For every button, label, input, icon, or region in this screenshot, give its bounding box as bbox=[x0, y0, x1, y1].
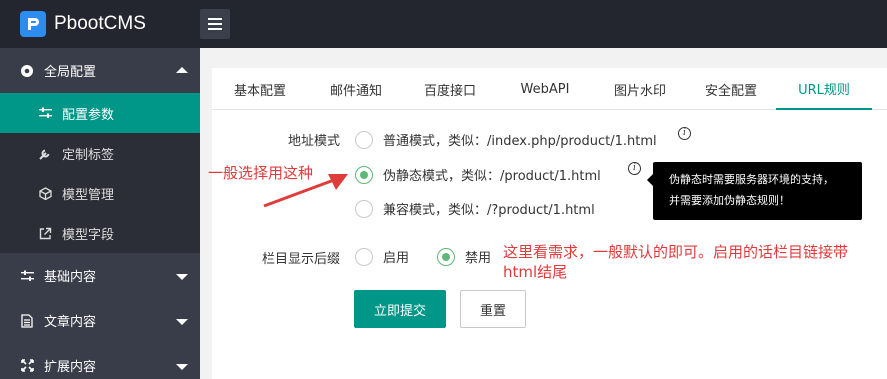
logo[interactable]: PbootCMS bbox=[0, 0, 200, 48]
tab-security-config[interactable]: 安全配置 bbox=[686, 68, 776, 110]
chevron-down-icon bbox=[176, 363, 188, 370]
sidebar-item-label: 全局配置 bbox=[44, 65, 97, 80]
tab-bar: 基本配置 邮件通知 百度接口 WebAPI 图片水印 安全配置 URL规则 bbox=[212, 68, 887, 110]
radio-circle[interactable] bbox=[355, 130, 373, 149]
sidebar-item-model-fields[interactable]: 模型字段 bbox=[0, 213, 200, 253]
column-suffix-label: 栏目显示后缀 bbox=[261, 252, 340, 267]
sidebar-item-label: 配置参数 bbox=[62, 107, 115, 123]
radio-label: 普通模式，类似：/index.php/product/1.html bbox=[383, 134, 657, 149]
tab-webapi[interactable]: WebAPI bbox=[496, 68, 594, 110]
sliders-icon bbox=[38, 106, 52, 120]
config-card: 基本配置 邮件通知 百度接口 WebAPI 图片水印 安全配置 URL规则 bbox=[212, 68, 887, 379]
sidebar-item-label: 扩展内容 bbox=[44, 360, 97, 375]
tooltip-line: 并需要添加伪静态规则！ bbox=[669, 194, 790, 207]
info-icon[interactable]: i bbox=[678, 127, 691, 140]
document-icon bbox=[20, 313, 34, 328]
top-header: PbootCMS bbox=[0, 0, 887, 48]
chevron-down-icon bbox=[176, 318, 188, 325]
sidebar-item-basic-content[interactable]: 基础内容 bbox=[0, 253, 200, 298]
tab-baidu-api[interactable]: 百度接口 bbox=[404, 68, 496, 110]
annotation-arrow-icon bbox=[263, 174, 348, 208]
annotation-right: 这里看需求，一般默认的即可。启用的话栏目链接带 html结尾 bbox=[503, 242, 848, 282]
hamburger-icon bbox=[208, 18, 222, 20]
tooltip-line: 伪静态时需要服务器环境的支持， bbox=[669, 173, 834, 186]
radio-suffix-disable[interactable]: 禁用 bbox=[437, 247, 491, 266]
radio-label: 兼容模式，类似：/?product/1.html bbox=[383, 203, 595, 218]
app-name: PbootCMS bbox=[54, 13, 146, 34]
radio-circle[interactable] bbox=[355, 247, 373, 266]
tab-url-rules[interactable]: URL规则 bbox=[776, 68, 872, 110]
reset-button[interactable]: 重置 bbox=[460, 290, 526, 328]
rewrite-tooltip: 伪静态时需要服务器环境的支持， 并需要添加伪静态规则！ bbox=[647, 162, 862, 220]
annotation-line: 这里看需求，一般默认的即可。启用的话栏目链接带 bbox=[503, 243, 849, 261]
tab-mail-notify[interactable]: 邮件通知 bbox=[308, 68, 404, 110]
sidebar-item-label: 模型管理 bbox=[62, 187, 115, 203]
sidebar-item-model-manage[interactable]: 模型管理 bbox=[0, 173, 200, 213]
radio-normal-mode[interactable]: 普通模式，类似：/index.php/product/1.html bbox=[355, 130, 657, 149]
radio-label: 启用 bbox=[383, 251, 410, 266]
sidebar-item-article-content[interactable]: 文章内容 bbox=[0, 298, 200, 343]
wrench-icon bbox=[38, 146, 52, 160]
sidebar-item-config-params[interactable]: 配置参数 bbox=[0, 93, 200, 133]
sidebar-item-label: 定制标签 bbox=[62, 147, 115, 163]
annotation-line: html结尾 bbox=[503, 263, 568, 281]
radio-circle-checked[interactable] bbox=[355, 165, 373, 184]
address-mode-label: 地址模式 bbox=[287, 134, 340, 149]
pboot-logo-icon bbox=[20, 11, 46, 37]
radio-label: 禁用 bbox=[465, 251, 492, 266]
tab-basic-config[interactable]: 基本配置 bbox=[212, 68, 308, 110]
external-link-icon bbox=[38, 226, 52, 240]
sidebar-item-label: 模型字段 bbox=[62, 227, 115, 243]
radio-suffix-enable[interactable]: 启用 bbox=[355, 247, 409, 266]
info-icon[interactable]: i bbox=[628, 162, 641, 175]
sidebar-item-global-config[interactable]: 全局配置 bbox=[0, 48, 200, 93]
sidebar-item-label: 文章内容 bbox=[44, 315, 97, 330]
expand-arrows-icon bbox=[20, 359, 34, 373]
sidebar-item-extended-content[interactable]: 扩展内容 bbox=[0, 343, 200, 379]
menu-toggle-button[interactable] bbox=[200, 9, 230, 39]
sidebar-submenu: 配置参数 定制标签 模型管理 模型字段 bbox=[0, 93, 200, 253]
chevron-up-icon bbox=[176, 66, 188, 73]
radio-rewrite-mode[interactable]: 伪静态模式，类似：/product/1.html bbox=[355, 165, 601, 184]
sidebar-item-label: 基础内容 bbox=[44, 270, 97, 285]
radio-circle[interactable] bbox=[355, 199, 373, 218]
cube-icon bbox=[38, 186, 52, 200]
radio-compat-mode[interactable]: 兼容模式，类似：/?product/1.html bbox=[355, 199, 595, 218]
submit-button[interactable]: 立即提交 bbox=[354, 290, 446, 328]
radio-label: 伪静态模式，类似：/product/1.html bbox=[383, 169, 601, 184]
tab-image-watermark[interactable]: 图片水印 bbox=[594, 68, 686, 110]
sidebar: 全局配置 配置参数 定制标签 模型管理 模型字段 基础内容 文章内容 扩展内容 bbox=[0, 48, 200, 379]
chevron-down-icon bbox=[176, 273, 188, 280]
settings-icon bbox=[20, 64, 34, 78]
sliders-icon bbox=[20, 269, 34, 283]
sidebar-item-custom-tags[interactable]: 定制标签 bbox=[0, 133, 200, 173]
radio-circle-checked[interactable] bbox=[437, 247, 455, 266]
